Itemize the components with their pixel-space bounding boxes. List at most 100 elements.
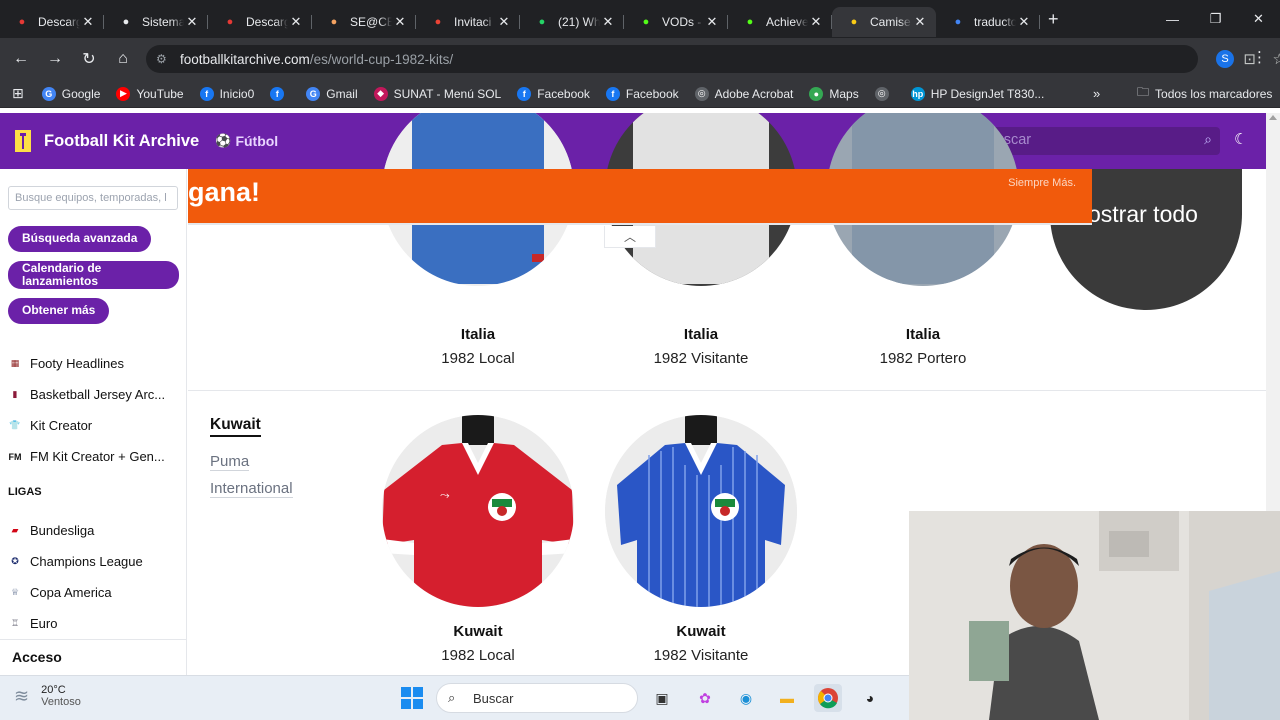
manufacturer-link-line2[interactable]: International (210, 480, 293, 498)
temperature: 20°C (41, 684, 66, 696)
bookmark-icon: hp (910, 86, 925, 101)
wind-icon: ≋ (14, 685, 30, 706)
close-tab-icon[interactable]: ✕ (184, 14, 200, 30)
restore-icon[interactable]: ❐ (1194, 0, 1237, 38)
apps-grid-icon[interactable]: ⊞ (12, 85, 24, 102)
browser-tab[interactable]: ● Camise ✕ (832, 7, 936, 37)
kit-name[interactable]: 1982 Local (382, 350, 574, 367)
advanced-search-button[interactable]: Búsqueda avanzada (8, 226, 152, 252)
close-tab-icon[interactable]: ✕ (392, 14, 408, 30)
bookmark-item[interactable]: ◎ Adobe Acrobat (694, 86, 793, 101)
browser-tab[interactable]: ● traducto ✕ (936, 7, 1040, 37)
windows-start-icon[interactable] (398, 684, 426, 712)
close-tab-icon[interactable]: ✕ (288, 14, 304, 30)
sidebar-search-input[interactable]: Busque equipos, temporadas, l (8, 186, 178, 210)
kit-image-kuwait-local[interactable]: ⤳ (382, 415, 574, 607)
bookmark-item[interactable]: ▶ YouTube (116, 86, 184, 101)
league-link[interactable]: ✪ Champions League (8, 554, 143, 569)
shirt-logo-icon[interactable] (12, 128, 34, 154)
globe-icon: ● (122, 16, 130, 28)
bookmark-item[interactable]: ◎ (874, 86, 895, 101)
minimize-icon[interactable]: — (1151, 0, 1194, 38)
site-search-input[interactable]: Buscar ⌕ (978, 127, 1220, 155)
close-tab-icon[interactable]: ✕ (912, 14, 928, 30)
get-more-button[interactable]: Obtener más (8, 298, 110, 324)
bookmark-item[interactable]: G Google (41, 86, 100, 101)
home-icon[interactable]: ⌂ (106, 42, 140, 76)
obs-icon[interactable]: ◕ (856, 684, 884, 712)
bookmark-item[interactable]: ● Maps (809, 86, 859, 101)
browser-tab[interactable]: ● SE@CE ✕ (312, 7, 416, 37)
league-link[interactable]: ♖ Euro (8, 616, 58, 631)
kit-image-kuwait-visitante[interactable] (605, 415, 797, 607)
close-tab-icon[interactable]: ✕ (1016, 14, 1032, 30)
release-calendar-button[interactable]: Calendario de lanzamientos (8, 261, 179, 289)
copilot-icon[interactable]: ✿ (691, 684, 719, 712)
manufacturer-link[interactable]: Puma (210, 453, 250, 471)
bookmark-item[interactable]: ◆ SUNAT - Menú SOL (373, 86, 501, 101)
browser-tab[interactable]: ● Sistema ✕ (104, 7, 208, 37)
kit-team[interactable]: Italia (605, 326, 797, 343)
bookmark-item[interactable]: f Inicio0 (199, 86, 254, 101)
bookmark-item[interactable]: hp HP DesignJet T830... (910, 86, 1044, 101)
sidebar-link[interactable]: 👕 Kit Creator (8, 418, 92, 433)
sport-link[interactable]: ⚽ Fútbol (215, 133, 278, 149)
bookmark-item[interactable]: f Facebook (605, 86, 679, 101)
close-tab-icon[interactable]: ✕ (704, 14, 720, 30)
kit-team[interactable]: Italia (382, 326, 574, 343)
close-tab-icon[interactable]: ✕ (80, 14, 96, 30)
kit-name[interactable]: 1982 Visitante (605, 647, 797, 664)
sidebar-link[interactable]: FM FM Kit Creator + Gen... (8, 449, 165, 464)
league-link[interactable]: ▰ Bundesliga (8, 523, 95, 538)
browser-tab[interactable]: ● (21) Wh ✕ (520, 7, 624, 37)
site-brand[interactable]: Football Kit Archive (44, 132, 199, 151)
bookmark-star-icon[interactable]: ☆ (1273, 50, 1280, 68)
back-icon[interactable]: ← (4, 42, 38, 76)
close-window-icon[interactable]: ✕ (1237, 0, 1280, 38)
forward-icon[interactable]: → (38, 42, 72, 76)
taskbar-search[interactable]: ⌕ Buscar (436, 683, 638, 713)
browser-tab[interactable]: ● VODs - ✕ (624, 7, 728, 37)
bookmark-item[interactable]: f (270, 86, 290, 101)
kit-name[interactable]: 1982 Local (382, 647, 574, 664)
sidebar-link[interactable]: ▮ Basketball Jersey Arc... (8, 387, 166, 402)
bookmark-item[interactable]: G Gmail (306, 86, 358, 101)
close-tab-icon[interactable]: ✕ (808, 14, 824, 30)
all-bookmarks[interactable]: 🗀 Todos los marcadores (1137, 83, 1272, 104)
menu-icon[interactable]: ⋮ (1252, 48, 1267, 66)
soccer-ball-icon: ⚽ (215, 133, 232, 148)
kit-team[interactable]: Kuwait (382, 623, 574, 640)
dark-mode-icon[interactable]: ☾ (1234, 130, 1247, 148)
close-tab-icon[interactable]: ✕ (496, 14, 512, 30)
sidebar-link[interactable]: ▦ Footy Headlines (8, 356, 124, 371)
kit-team[interactable]: Kuwait (605, 623, 797, 640)
new-tab-icon[interactable]: + (1048, 9, 1059, 30)
task-view-icon[interactable]: ▣ (648, 684, 676, 712)
site-info-icon[interactable]: ⚙ (156, 52, 167, 66)
kit-name[interactable]: 1982 Visitante (605, 350, 797, 367)
kit-name[interactable]: 1982 Portero (827, 350, 1019, 367)
more-bookmarks-icon[interactable]: » (1093, 86, 1100, 101)
browser-tab[interactable]: ● Descarg ✕ (208, 7, 312, 37)
browser-tab[interactable]: ● Descarg ✕ (0, 7, 104, 37)
file-explorer-icon[interactable]: ▬ (773, 684, 801, 712)
kit-team[interactable]: Italia (827, 326, 1019, 343)
edge-icon[interactable]: ◉ (732, 684, 760, 712)
weather-widget[interactable]: ≋ 20°C Ventoso (14, 684, 81, 708)
bookmark-label: Facebook (625, 86, 679, 101)
search-icon[interactable]: ⌕ (1204, 131, 1212, 148)
reload-icon[interactable]: ↻ (72, 42, 106, 76)
close-tab-icon[interactable]: ✕ (600, 14, 616, 30)
bookmark-icon: ◎ (874, 86, 889, 101)
login-link[interactable]: Acceso (0, 639, 186, 675)
address-bar[interactable]: ⚙ footballkitarchive.com/es/world-cup-19… (146, 45, 1280, 73)
country-heading-kuwait[interactable]: Kuwait (210, 416, 261, 437)
advertisement-banner[interactable]: gana! Siempre Más. (188, 169, 1092, 225)
bookmark-item[interactable]: f Facebook (517, 86, 590, 101)
collapse-ad-icon[interactable]: ︿ (604, 226, 656, 248)
browser-tab[interactable]: ● Invitaci ✕ (416, 7, 520, 37)
browser-tab[interactable]: ● Achieve ✕ (728, 7, 832, 37)
league-link[interactable]: ♕ Copa America (8, 585, 112, 600)
profile-avatar[interactable]: S (1216, 50, 1234, 68)
chrome-icon[interactable] (814, 684, 842, 712)
